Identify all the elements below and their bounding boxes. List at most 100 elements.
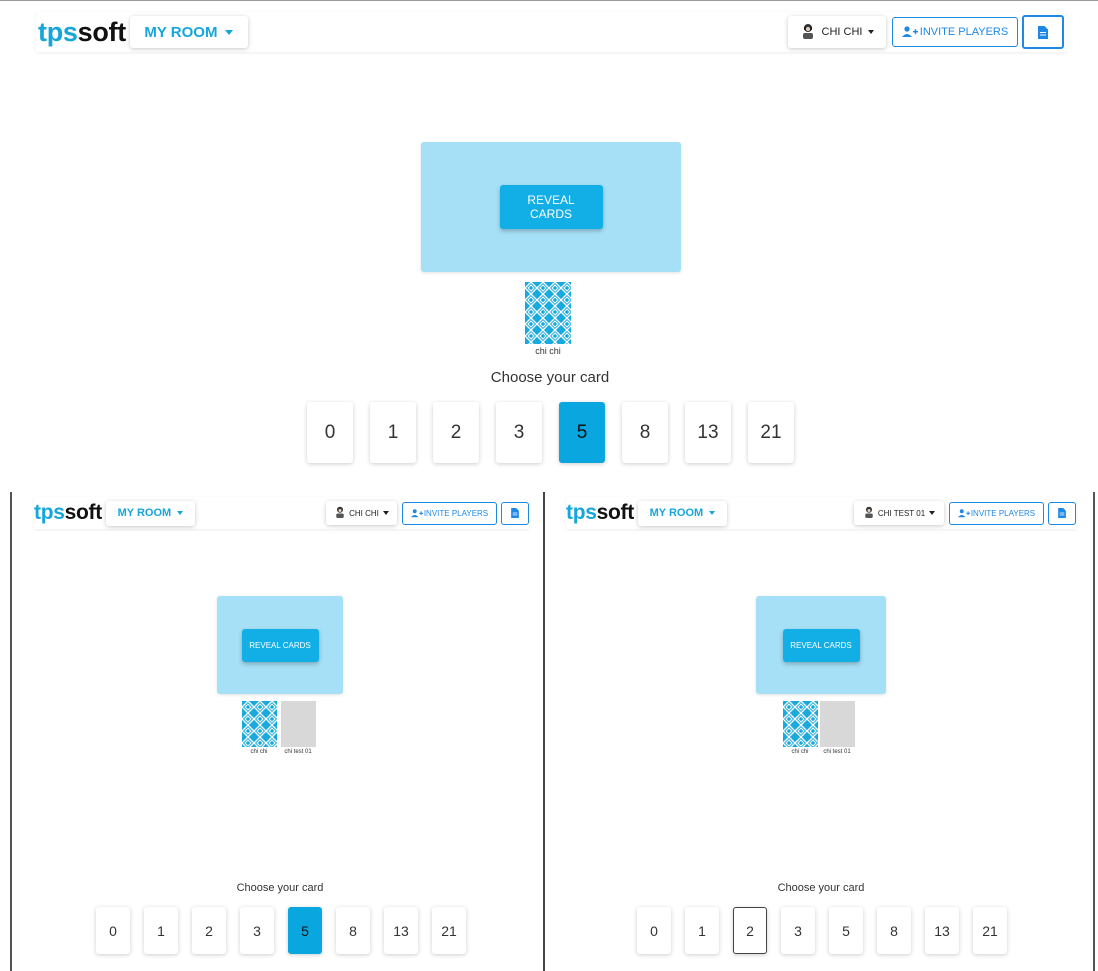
deck-card-2-selected[interactable]: 2: [733, 907, 767, 954]
poker-table: REVEAL CARDS: [756, 596, 886, 694]
document-button[interactable]: [1048, 501, 1076, 525]
deck-card-3[interactable]: 3: [781, 907, 815, 954]
deck-card-0[interactable]: 0: [307, 402, 353, 463]
deck-card-2[interactable]: 2: [433, 402, 479, 463]
player-name: chi chi: [250, 749, 268, 755]
deck-card-3[interactable]: 3: [240, 907, 274, 954]
reveal-cards-button[interactable]: REVEAL CARDS: [241, 628, 319, 662]
document-icon: [1058, 508, 1066, 518]
brand-logo-suffix: soft: [596, 501, 635, 524]
window-border-right: [1093, 492, 1095, 971]
invite-players-button[interactable]: INVITE PLAYERS: [892, 17, 1018, 47]
bottom-right-header: tpssoft MY ROOM CHI TEST 01 INVITE PLAYE…: [566, 497, 1076, 529]
deck-card-5[interactable]: 5: [829, 907, 863, 954]
brand-logo-suffix: soft: [64, 501, 103, 524]
bottom-left-header: tpssoft MY ROOM CHI CHI INVITE PLAYERS: [34, 497, 529, 529]
reveal-cards-button[interactable]: REVEAL CARDS: [499, 185, 603, 229]
brand-logo[interactable]: tpssoft: [38, 17, 126, 48]
room-dropdown[interactable]: MY ROOM: [105, 500, 195, 526]
deck-card-2[interactable]: 2: [192, 907, 226, 954]
chevron-down-icon: [225, 29, 234, 35]
invite-players-button[interactable]: INVITE PLAYERS: [402, 501, 497, 525]
player-name: chi chi: [791, 749, 809, 755]
brand-logo[interactable]: tpssoft: [566, 501, 634, 525]
deck-card-1[interactable]: 1: [370, 402, 416, 463]
top-header: tpssoft MY ROOM CHI CHI INVITE PLAYERS: [36, 12, 1066, 52]
invite-players-label: INVITE PLAYERS: [423, 508, 489, 518]
document-icon: [1038, 25, 1048, 39]
document-button[interactable]: [501, 501, 529, 525]
user-name: CHI CHI: [349, 508, 379, 518]
deck-card-21[interactable]: 21: [748, 402, 794, 463]
player-name: chi chi: [535, 346, 561, 356]
choose-card-label: Choose your card: [490, 369, 610, 386]
avatar-icon: [863, 506, 875, 520]
chevron-down-icon: [382, 511, 389, 515]
room-dropdown-label: MY ROOM: [144, 23, 218, 41]
deck-card-21[interactable]: 21: [973, 907, 1007, 954]
room-dropdown-label: MY ROOM: [649, 507, 704, 519]
choose-card-label: Choose your card: [236, 882, 324, 894]
brand-logo-prefix: tps: [34, 501, 65, 524]
chevron-down-icon: [929, 511, 936, 515]
deck-card-21[interactable]: 21: [432, 907, 466, 954]
card-deck: 0 1 2 3 5 8 13 21: [637, 907, 1007, 954]
player-seat: chi chi: [240, 701, 278, 755]
invite-players-label: INVITE PLAYERS: [919, 26, 1009, 38]
empty-card: [280, 701, 316, 747]
room-dropdown[interactable]: MY ROOM: [637, 500, 727, 526]
invite-players-button[interactable]: INVITE PLAYERS: [949, 501, 1044, 525]
add-user-icon: [410, 508, 423, 517]
deck-card-0[interactable]: 0: [96, 907, 130, 954]
window-top-edge: [0, 0, 1098, 1]
deck-card-5-selected[interactable]: 5: [559, 402, 605, 463]
brand-logo-suffix: soft: [77, 16, 127, 47]
card-back: [241, 701, 277, 747]
card-deck: 0 1 2 3 5 8 13 21: [96, 907, 466, 954]
deck-card-1[interactable]: 1: [144, 907, 178, 954]
brand-logo-prefix: tps: [566, 501, 597, 524]
deck-card-13[interactable]: 13: [925, 907, 959, 954]
avatar-icon: [800, 23, 816, 42]
deck-card-5-selected[interactable]: 5: [288, 907, 322, 954]
user-name: CHI TEST 01: [877, 508, 926, 518]
user-menu-button[interactable]: CHI CHI: [788, 16, 886, 48]
document-icon: [511, 508, 519, 518]
poker-table: REVEAL CARDS: [421, 142, 681, 272]
brand-logo[interactable]: tpssoft: [34, 501, 102, 525]
card-deck: 0 1 2 3 5 8 13 21: [307, 402, 794, 463]
empty-card: [819, 701, 855, 747]
deck-card-0[interactable]: 0: [637, 907, 671, 954]
reveal-cards-button[interactable]: REVEAL CARDS: [782, 628, 860, 662]
chevron-down-icon: [709, 511, 716, 515]
player-seat: chi chi: [520, 282, 576, 356]
deck-card-8[interactable]: 8: [622, 402, 668, 463]
add-user-icon: [957, 508, 970, 517]
player-seat: chi test 01: [815, 701, 859, 755]
chevron-down-icon: [177, 511, 184, 515]
brand-logo-prefix: tps: [38, 16, 78, 47]
user-menu-button[interactable]: CHI TEST 01: [854, 501, 944, 525]
player-seat: chi test 01: [276, 701, 320, 755]
player-name: chi test 01: [823, 749, 851, 755]
deck-card-13[interactable]: 13: [384, 907, 418, 954]
deck-card-1[interactable]: 1: [685, 907, 719, 954]
deck-card-8[interactable]: 8: [336, 907, 370, 954]
poker-table: REVEAL CARDS: [217, 596, 343, 694]
card-back: [782, 701, 818, 747]
window-divider: [543, 492, 545, 971]
add-user-icon: [901, 26, 918, 37]
card-back: [525, 282, 571, 344]
player-name: chi test 01: [284, 749, 312, 755]
chevron-down-icon: [868, 30, 875, 34]
room-dropdown-label: MY ROOM: [117, 507, 172, 519]
room-dropdown[interactable]: MY ROOM: [129, 16, 248, 48]
deck-card-8[interactable]: 8: [877, 907, 911, 954]
deck-card-13[interactable]: 13: [685, 402, 731, 463]
deck-card-3[interactable]: 3: [496, 402, 542, 463]
invite-players-label: INVITE PLAYERS: [970, 508, 1036, 518]
document-button[interactable]: [1022, 15, 1064, 49]
user-menu-button[interactable]: CHI CHI: [326, 501, 397, 525]
avatar-icon: [334, 506, 346, 520]
user-name: CHI CHI: [821, 26, 863, 38]
